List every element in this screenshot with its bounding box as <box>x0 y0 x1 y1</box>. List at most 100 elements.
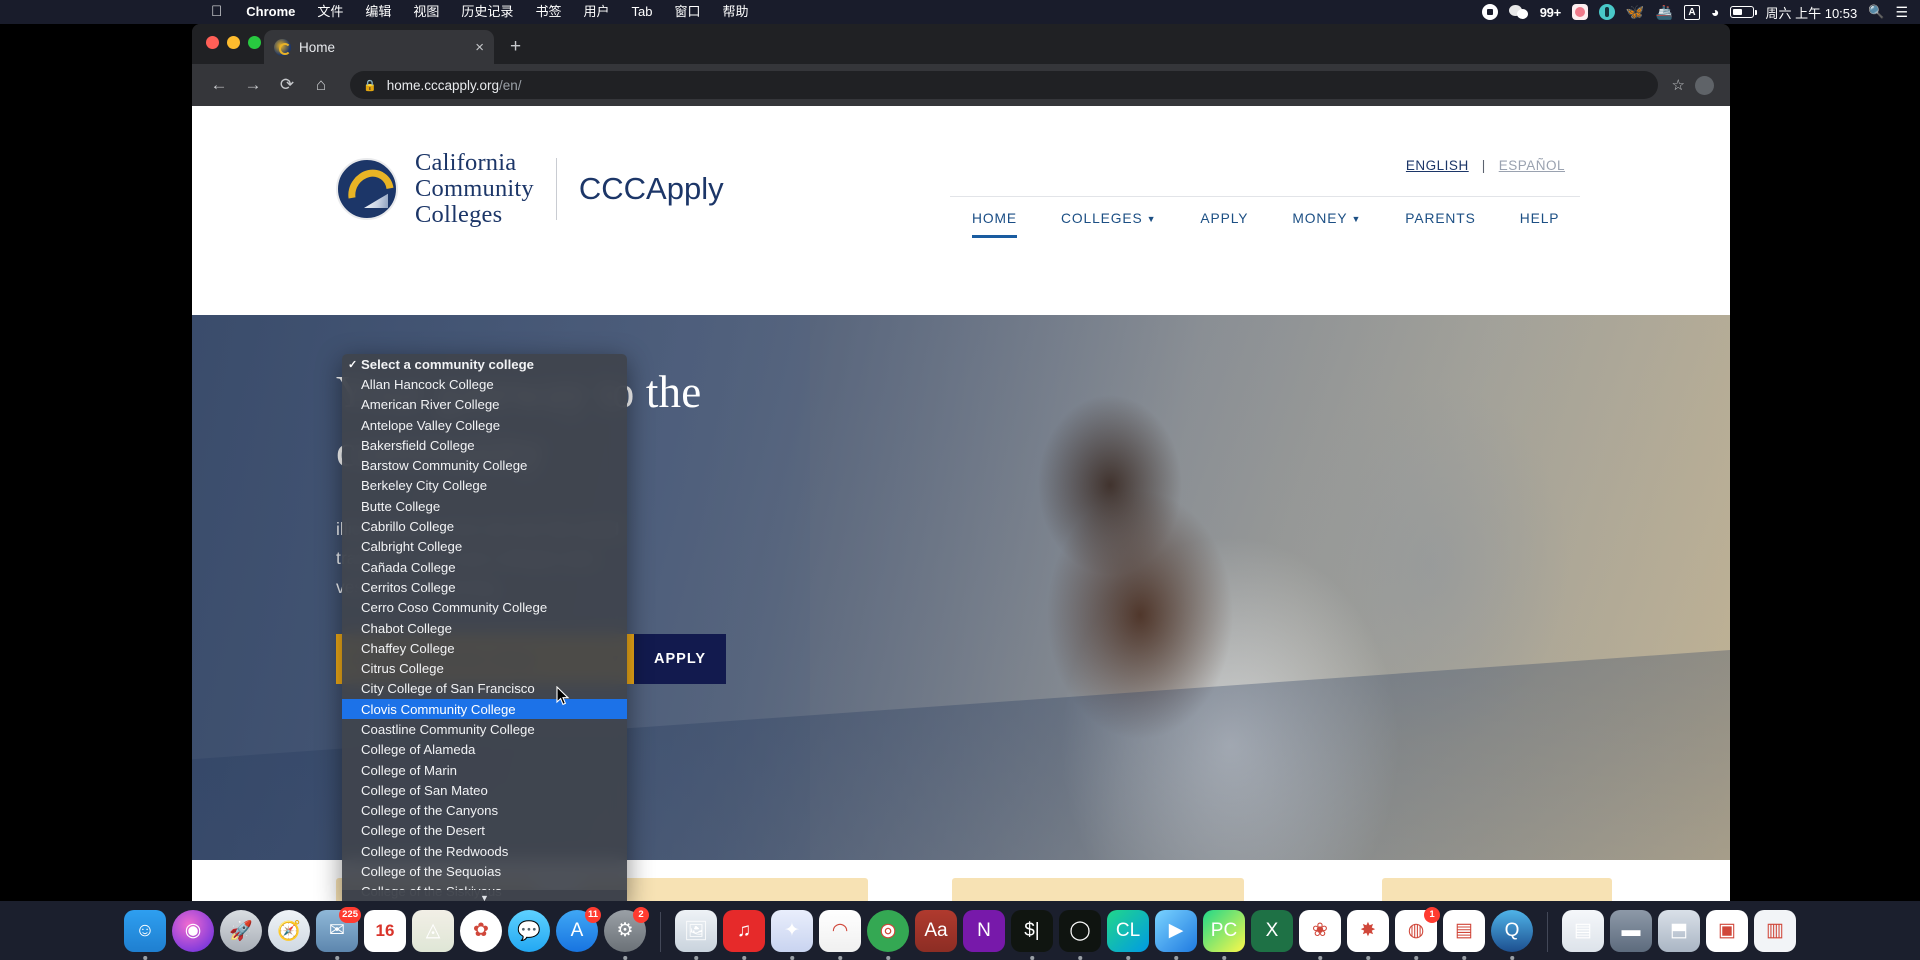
dock-item-media-player[interactable]: ▶ <box>1155 909 1197 960</box>
input-source-icon[interactable]: A <box>1684 4 1701 20</box>
menu-item-file[interactable]: 文件 <box>306 0 354 24</box>
forward-arrow-icon[interactable]: → <box>238 70 268 100</box>
dock-item-pages-docs[interactable]: ▤ <box>1443 909 1485 960</box>
menu-item-window[interactable]: 窗口 <box>663 0 711 24</box>
menu-item-profiles[interactable]: 用户 <box>572 0 620 24</box>
menu-item-bookmarks[interactable]: 书签 <box>524 0 572 24</box>
pink-app-icon[interactable] <box>1571 4 1588 20</box>
teal-app-icon[interactable] <box>1598 4 1615 20</box>
college-option[interactable]: College of the Desert <box>342 821 627 841</box>
dock-item-mail[interactable]: ✉ 225 <box>316 906 361 960</box>
college-option[interactable]: Coastline Community College <box>342 719 627 739</box>
dock-item-netease-music[interactable]: ♫ <box>723 909 765 960</box>
dock-item-pycharm[interactable]: PC <box>1203 909 1245 960</box>
nav-item-help[interactable]: HELP <box>1498 211 1582 238</box>
college-option[interactable]: Berkeley City College <box>342 476 627 496</box>
college-option[interactable]: College of Alameda <box>342 740 627 760</box>
college-option[interactable]: Cerritos College <box>342 577 627 597</box>
college-option[interactable]: American River College <box>342 395 627 415</box>
reload-icon[interactable]: ⟳ <box>272 70 302 100</box>
menu-item-history[interactable]: 历史记录 <box>450 0 524 24</box>
menu-item-help[interactable]: 帮助 <box>711 0 759 24</box>
dock-item-system-preferences[interactable]: ⚙ 2 <box>604 906 649 960</box>
dock-item-screenshot-1[interactable]: ▣ <box>1706 909 1748 952</box>
control-center-icon[interactable]: ☰ <box>1895 4 1908 21</box>
site-logo[interactable]: California Community Colleges CCCApply <box>336 150 724 228</box>
dock-item-orange-flower[interactable]: ✸ <box>1347 909 1389 960</box>
dock-item-quicktime[interactable]: Q <box>1491 909 1533 960</box>
wifi-icon[interactable]: ◕ <box>1711 4 1719 20</box>
college-option[interactable]: Allan Hancock College <box>342 374 627 394</box>
dock-item-preview[interactable]: 🖼 <box>675 909 717 960</box>
dock-item-alfred-like[interactable]: ❀ <box>1299 909 1341 960</box>
language-english-link[interactable]: ENGLISH <box>1406 158 1469 173</box>
college-option[interactable]: College of the Sequoias <box>342 861 627 881</box>
college-option[interactable]: Barstow Community College <box>342 455 627 475</box>
college-option[interactable]: Butte College <box>342 496 627 516</box>
dock-item-screenshot-2[interactable]: ▥ <box>1754 909 1796 952</box>
browser-tab-home[interactable]: Home × <box>264 30 494 64</box>
record-circle-icon[interactable] <box>1481 4 1498 20</box>
college-option[interactable]: Cabrillo College <box>342 516 627 536</box>
menu-item-edit[interactable]: 编辑 <box>354 0 402 24</box>
college-option[interactable]: College of the Canyons <box>342 801 627 821</box>
spotlight-search-icon[interactable]: 🔍 <box>1868 4 1884 20</box>
college-option[interactable]: Bakersfield College <box>342 435 627 455</box>
dock-item-photos[interactable]: ✿ <box>460 909 502 952</box>
feature-card-4[interactable] <box>1382 878 1612 901</box>
back-arrow-icon[interactable]: ← <box>204 70 234 100</box>
college-option[interactable]: City College of San Francisco <box>342 679 627 699</box>
close-window-button[interactable] <box>206 36 219 49</box>
apply-button[interactable]: APPLY <box>634 634 727 684</box>
college-select-options-popup[interactable]: ✓ Select a community college Allan Hancock… <box>342 354 627 906</box>
dock-item-downloads-file[interactable]: ▤ <box>1562 909 1604 952</box>
college-option[interactable]: Chabot College <box>342 618 627 638</box>
dock-item-rainbow-app[interactable]: ◠ <box>819 909 861 960</box>
docker-icon[interactable]: 🚢 <box>1656 4 1673 21</box>
nav-item-parents[interactable]: PARENTS <box>1383 211 1497 238</box>
battery-icon[interactable] <box>1730 6 1758 18</box>
home-icon[interactable]: ⌂ <box>306 70 336 100</box>
nav-item-apply[interactable]: APPLY <box>1178 211 1270 238</box>
college-option[interactable]: ✓ Select a community college <box>342 354 627 374</box>
feature-card-3[interactable] <box>952 878 1244 901</box>
minimize-window-button[interactable] <box>227 36 240 49</box>
language-espanol-link[interactable]: ESPAÑOL <box>1499 158 1565 173</box>
dock-item-wechat[interactable]: ◍ 1 <box>1395 906 1440 960</box>
menu-item-tab[interactable]: Tab <box>620 0 663 24</box>
college-option[interactable]: Calbright College <box>342 537 627 557</box>
college-option[interactable]: Antelope Valley College <box>342 415 627 435</box>
dock-item-maps[interactable]: ◬ <box>412 909 454 952</box>
college-option[interactable]: College of San Mateo <box>342 780 627 800</box>
maximize-window-button[interactable] <box>248 36 261 49</box>
dock-item-stack-red[interactable]: ⬒ <box>1658 909 1700 952</box>
menu-item-view[interactable]: 视图 <box>402 0 450 24</box>
dock-item-safari[interactable]: 🧭 <box>268 909 310 952</box>
dock-item-messages[interactable]: 💬 <box>508 909 550 952</box>
nav-item-money[interactable]: MONEY ▼ <box>1270 211 1383 238</box>
address-bar[interactable]: 🔒 home.cccapply.org/en/ <box>350 71 1658 99</box>
college-option[interactable]: Clovis Community College <box>342 699 627 720</box>
dock-item-app-store[interactable]: A 11 <box>556 906 601 952</box>
new-tab-plus-icon[interactable]: + <box>510 36 521 58</box>
college-option[interactable]: College of the Redwoods <box>342 841 627 861</box>
college-option[interactable]: Citrus College <box>342 658 627 678</box>
dock-item-dove-app[interactable]: ✦ <box>771 909 813 960</box>
college-option[interactable]: Chaffey College <box>342 638 627 658</box>
dock-item-terminal-green[interactable]: $| <box>1011 909 1053 960</box>
profile-avatar-icon[interactable] <box>1695 75 1714 95</box>
dock-item-calendar[interactable]: 16 <box>364 909 406 952</box>
dock-item-onenote[interactable]: N <box>963 909 1005 952</box>
dock-item-google-chrome[interactable]: ◎ <box>867 909 909 960</box>
menu-item-chrome[interactable]: Chrome <box>235 0 306 24</box>
wechat-icon[interactable] <box>1508 4 1529 20</box>
apple-logo-icon[interactable]:  <box>198 0 235 24</box>
nav-item-home[interactable]: HOME <box>950 211 1039 238</box>
dock-item-launchpad[interactable]: 🚀 <box>220 909 262 952</box>
college-option[interactable]: Cañada College <box>342 557 627 577</box>
dock-item-excel[interactable]: X <box>1251 909 1293 952</box>
dock-item-circle-loop-app[interactable]: ◯ <box>1059 909 1101 960</box>
close-icon[interactable]: × <box>475 40 484 55</box>
nav-item-colleges[interactable]: COLLEGES ▼ <box>1039 211 1178 238</box>
dock-item-finder[interactable]: ☺ <box>124 909 166 960</box>
